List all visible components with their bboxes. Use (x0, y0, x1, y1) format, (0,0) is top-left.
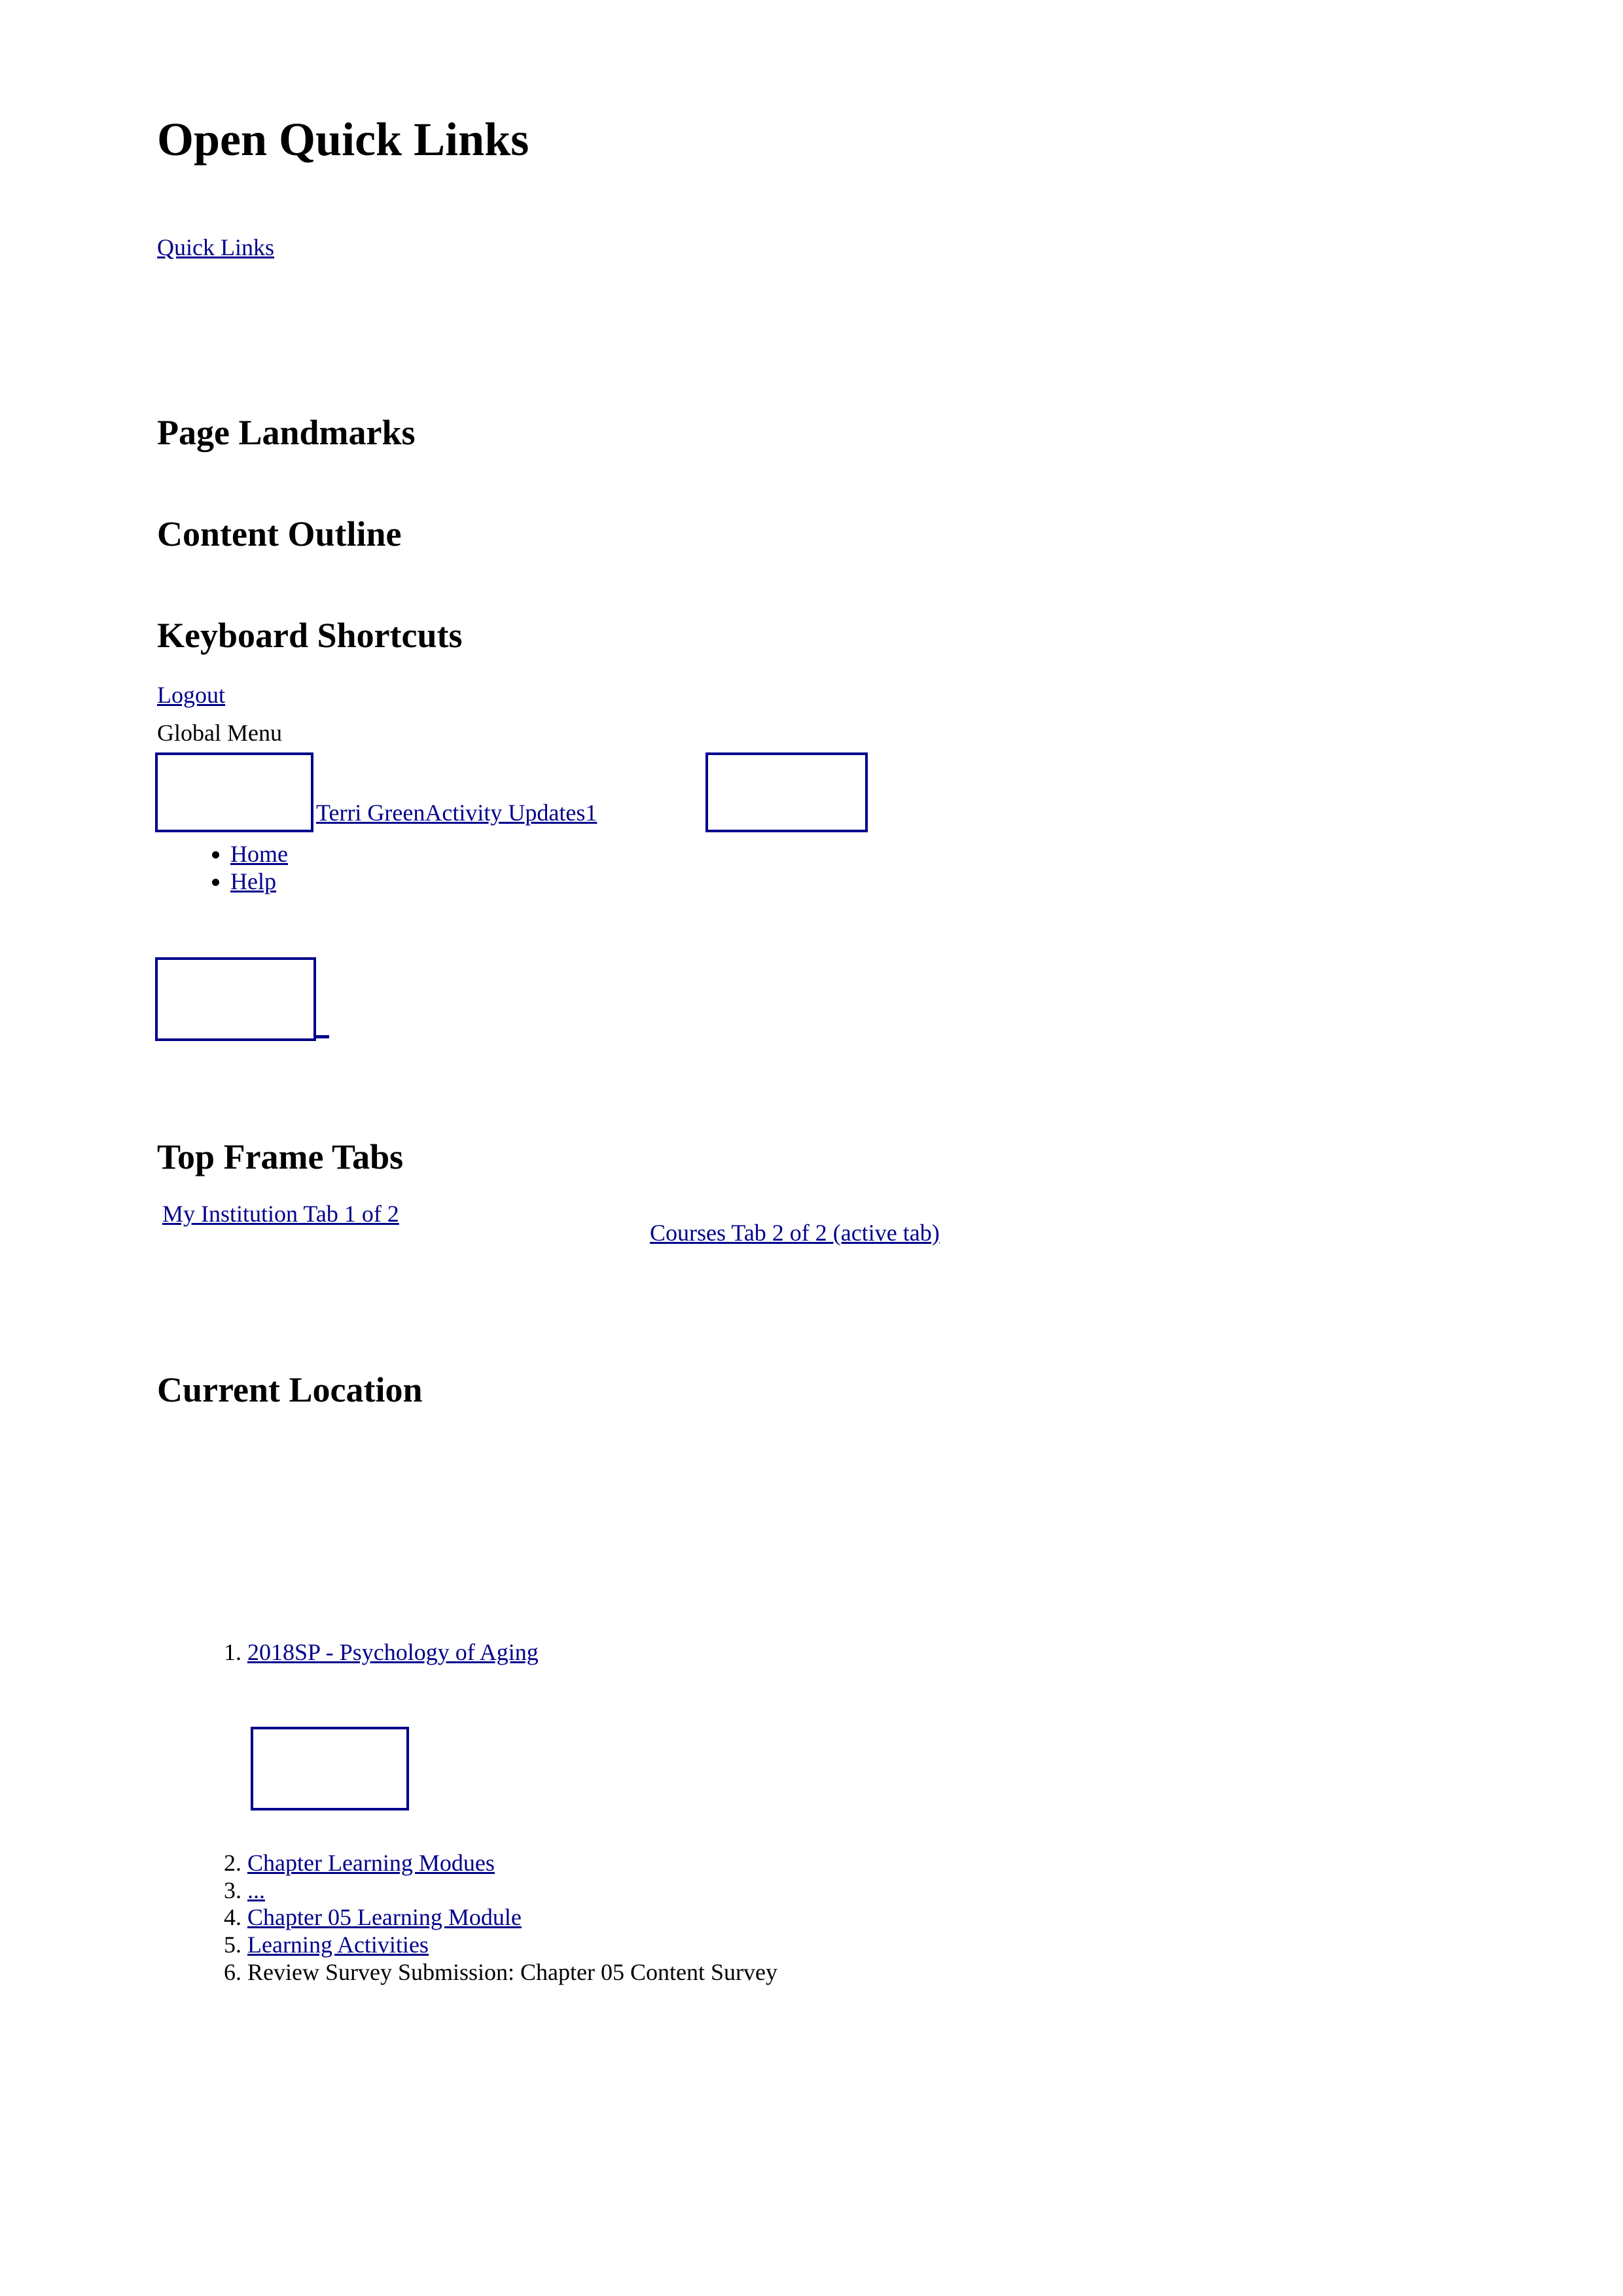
activity-updates-image-placeholder-icon (705, 752, 868, 832)
breadcrumb: 2018SP - Psychology of Aging Chapter Lea… (196, 1639, 777, 1987)
breadcrumb-item-current: Review Survey Submission: Chapter 05 Con… (247, 1959, 777, 1987)
logout-link[interactable]: Logout (157, 682, 225, 709)
breadcrumb-item: Chapter Learning Modues (247, 1850, 777, 1877)
breadcrumb-item: Chapter 05 Learning Module (247, 1904, 777, 1932)
list-item: Home (230, 841, 288, 868)
menu-link-trailing-underline (316, 1035, 329, 1038)
menu-image-placeholder-icon (155, 957, 316, 1041)
breadcrumb-item: 2018SP - Psychology of Aging (247, 1639, 777, 1667)
current-location-heading: Current Location (157, 1370, 423, 1409)
top-frame-tabs-heading: Top Frame Tabs (157, 1137, 404, 1176)
breadcrumb-link-course[interactable]: 2018SP - Psychology of Aging (247, 1639, 539, 1665)
breadcrumb-link-chapter-learning-modues[interactable]: Chapter Learning Modues (247, 1850, 495, 1876)
list-item: Help (230, 868, 288, 896)
global-identity-link[interactable]: Terri GreenActivity Updates1 (316, 800, 597, 826)
avatar-image-placeholder-icon (155, 752, 313, 832)
content-outline-heading: Content Outline (157, 514, 402, 554)
course-image-placeholder-icon (251, 1727, 409, 1810)
tab-courses[interactable]: Courses Tab 2 of 2 (active tab) (650, 1220, 940, 1246)
global-menu-list: Home Help (196, 841, 288, 896)
page-landmarks-heading: Page Landmarks (157, 413, 416, 452)
breadcrumb-link-chapter-05-learning-module[interactable]: Chapter 05 Learning Module (247, 1904, 522, 1930)
breadcrumb-link-ellipsis[interactable]: ... (247, 1877, 265, 1903)
help-link[interactable]: Help (230, 868, 276, 894)
breadcrumb-item: ... (247, 1877, 777, 1905)
tab-my-institution[interactable]: My Institution Tab 1 of 2 (162, 1201, 476, 1228)
home-link[interactable]: Home (230, 841, 288, 867)
breadcrumb-item: Learning Activities (247, 1932, 777, 1959)
breadcrumb-link-learning-activities[interactable]: Learning Activities (247, 1932, 429, 1958)
page-title: Open Quick Links (157, 113, 529, 166)
quick-links-link[interactable]: Quick Links (157, 234, 274, 261)
global-menu-label: Global Menu (157, 720, 282, 746)
keyboard-shortcuts-heading: Keyboard Shortcuts (157, 616, 463, 655)
